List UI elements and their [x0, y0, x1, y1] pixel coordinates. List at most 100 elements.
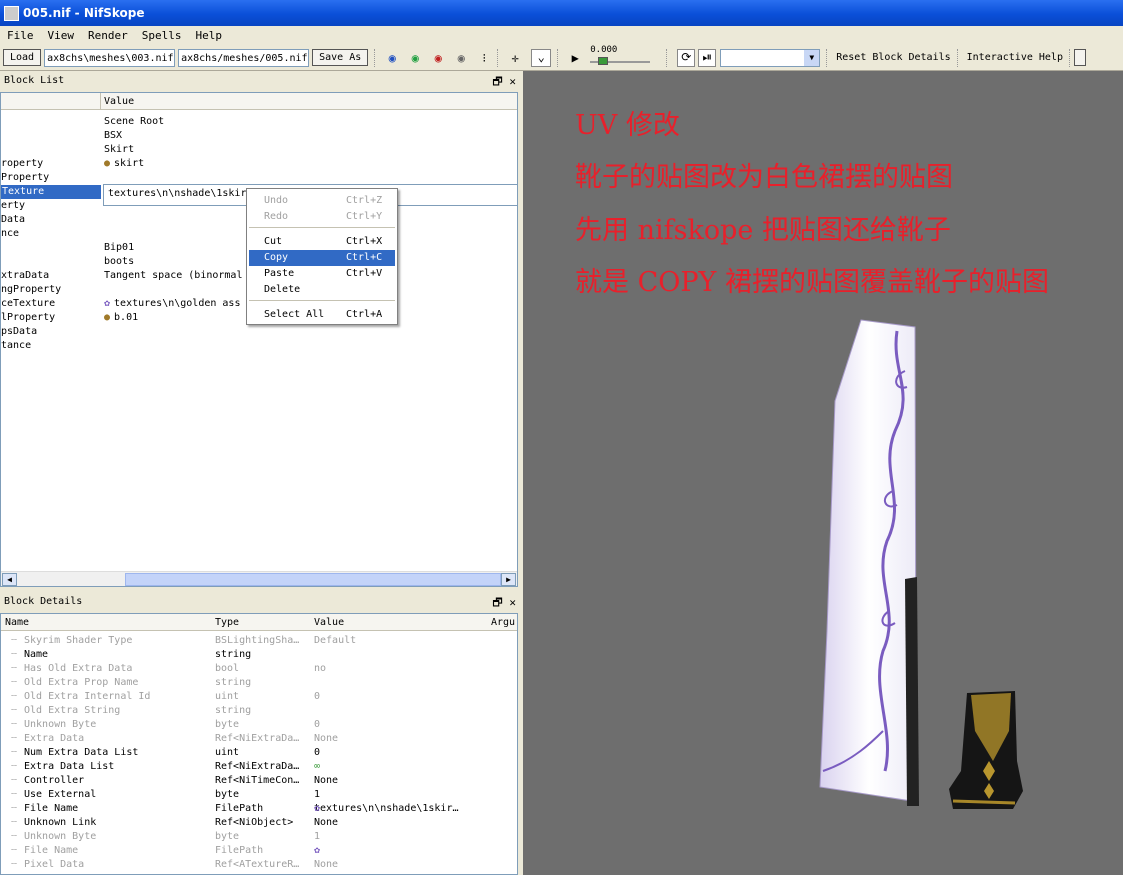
scroll-thumb[interactable] — [125, 573, 501, 586]
block-row[interactable]: Scene Root — [1, 115, 517, 129]
eye-green-icon[interactable]: ◉ — [408, 51, 422, 65]
footprint-icon[interactable]: ⁝ — [477, 51, 491, 65]
load-path-input[interactable]: ax8chs\meshes\003.nif — [44, 48, 176, 67]
detail-row[interactable]: ┄ Use External byte 1 — [1, 788, 517, 802]
block-row-name: Data — [1, 214, 26, 225]
detail-row[interactable]: ┄ Controller Ref<NiTimeCon… None — [1, 774, 517, 788]
detail-row[interactable]: ┄ Unknown Byte byte 0 — [1, 718, 517, 732]
eye-red-icon[interactable]: ◉ — [431, 51, 445, 65]
panel-controls[interactable]: 🗗 ✕ — [492, 594, 516, 613]
block-row-name: lProperty — [1, 312, 56, 323]
menu-item-cut[interactable]: Cut Ctrl+X — [249, 234, 395, 250]
menu-item-shortcut: Ctrl+V — [346, 268, 383, 279]
detail-row[interactable]: ┄ Extra Data List Ref<NiExtraDa… ∞ — [1, 760, 517, 774]
toolbar: Load ax8chs\meshes\003.nif ax8chs/meshes… — [0, 45, 1123, 71]
play-icon[interactable]: ▶ — [568, 51, 582, 65]
detail-row[interactable]: ┄ Extra Data Ref<NiExtraDa… None — [1, 732, 517, 746]
detail-row[interactable]: ┄ Has Old Extra Data bool no — [1, 662, 517, 676]
detail-row[interactable]: ┄ Num Extra Data List uint 0 — [1, 746, 517, 760]
detail-value[interactable]: 1 — [314, 830, 320, 844]
time-slider[interactable]: 0.000 — [590, 45, 660, 69]
detail-row[interactable]: ┄ Old Extra Prop Name string — [1, 676, 517, 690]
menu-render[interactable]: Render — [81, 29, 135, 42]
detail-type: FilePath — [215, 845, 264, 856]
block-row-value: BSX — [104, 129, 122, 143]
menu-view[interactable]: View — [41, 29, 82, 42]
block-details-tree[interactable]: Name Type Value Argu ┄ Skyrim Shader Type… — [0, 613, 518, 875]
menu-file[interactable]: File — [0, 29, 41, 42]
detail-type: Ref<NiExtraDa… — [215, 733, 300, 744]
detail-row[interactable]: ┄ File Name FilePath ✿ textures\n\nshade\1sk… — [1, 802, 517, 816]
detail-value-text: no — [314, 663, 327, 674]
block-row[interactable]: Skirt — [1, 143, 517, 157]
detail-row[interactable]: ┄ Unknown Link Ref<NiObject> None — [1, 816, 517, 830]
save-as-button[interactable]: Save As — [312, 49, 369, 66]
argument-column-header[interactable]: Argu — [491, 617, 515, 628]
detail-value[interactable]: None — [314, 816, 338, 830]
type-column-header[interactable]: Type — [215, 617, 239, 628]
panel-controls[interactable]: 🗗 ✕ — [492, 73, 516, 92]
eye-blue-icon[interactable]: ◉ — [385, 51, 399, 65]
eye-gray-icon[interactable]: ◉ — [454, 51, 468, 65]
view-dropdown-icon[interactable]: ⌄ — [531, 48, 552, 67]
menu-help[interactable]: Help — [189, 29, 230, 42]
menu-item-copy[interactable]: Copy Ctrl+C — [249, 250, 395, 266]
save-path-input[interactable]: ax8chs/meshes/005.nif — [178, 48, 310, 67]
detail-row[interactable]: ┄ Name string — [1, 648, 517, 662]
horizontal-scrollbar[interactable]: ◀ ▶ — [1, 571, 517, 586]
name-column-header[interactable]: Name — [5, 617, 29, 628]
reset-block-details-button[interactable]: Reset Block Details — [836, 52, 950, 63]
detail-row[interactable]: ┄ Skyrim Shader Type BSLightingSha… Default — [1, 634, 517, 648]
block-row[interactable]: Property — [1, 171, 517, 185]
detail-value[interactable]: 0 — [314, 718, 320, 732]
detail-row[interactable]: ┄ Old Extra Internal Id uint 0 — [1, 690, 517, 704]
detail-type: string — [215, 705, 252, 716]
detail-value-text: 0 — [314, 691, 321, 702]
block-row-value: Scene Root — [104, 115, 164, 129]
block-row-value-text: skirt — [114, 158, 145, 169]
value-column-header[interactable]: Value — [104, 96, 134, 107]
overflow-button[interactable] — [1073, 49, 1086, 66]
loop-icon[interactable]: ⟳ — [677, 48, 696, 67]
detail-row[interactable]: ┄ Old Extra String string — [1, 704, 517, 718]
menu-item-delete[interactable]: Delete — [249, 282, 395, 298]
scroll-left-icon[interactable]: ◀ — [2, 573, 17, 586]
block-row[interactable]: psData — [1, 325, 517, 339]
detail-value-text: 0 — [314, 747, 321, 758]
render-view[interactable]: UV 修改 靴子的贴图改为白色裙摆的贴图 先用 nifskope 把贴图还给靴子… — [523, 71, 1123, 875]
block-row[interactable]: BSX — [1, 129, 517, 143]
block-row-value-text: Bip01 — [104, 242, 135, 253]
detail-value[interactable]: Default — [314, 634, 356, 648]
block-row-name: ngProperty — [1, 284, 62, 295]
detail-row[interactable]: ┄ Unknown Byte byte 1 — [1, 830, 517, 844]
detail-value[interactable]: None — [314, 732, 338, 746]
menu-spells[interactable]: Spells — [135, 29, 189, 42]
block-row[interactable]: roperty ● skirt — [1, 157, 517, 171]
animation-select[interactable]: ▼ — [720, 48, 821, 67]
detail-value[interactable]: 0 — [314, 690, 320, 704]
value-column-header[interactable]: Value — [314, 617, 344, 628]
detail-value[interactable]: None — [314, 774, 338, 788]
view-axis-icon[interactable]: ✛ — [508, 51, 522, 65]
tree-branch-icon: ┄ — [11, 677, 18, 688]
step-icon[interactable]: ⏯ — [698, 48, 717, 67]
toolbar-separator — [374, 48, 376, 67]
menu-item-shortcut: Ctrl+Z — [346, 195, 383, 206]
menu-separator — [249, 227, 395, 228]
detail-value[interactable]: None — [314, 858, 338, 872]
detail-value[interactable]: 1 — [314, 788, 320, 802]
detail-row[interactable]: ┄ Pixel Data Ref<ATextureR… None — [1, 858, 517, 872]
slider-handle[interactable] — [598, 56, 609, 65]
menu-item-select-all[interactable]: Select All Ctrl+A — [249, 307, 395, 323]
detail-type: string — [215, 649, 252, 660]
load-button[interactable]: Load — [3, 49, 42, 66]
block-row[interactable]: tance — [1, 339, 517, 353]
detail-row[interactable]: ┄ File Name FilePath ✿ — [1, 844, 517, 858]
detail-value[interactable]: 0 — [314, 746, 320, 760]
detail-value[interactable]: no — [314, 662, 326, 676]
scroll-right-icon[interactable]: ▶ — [501, 573, 516, 586]
block-list-tree[interactable]: Value Scene Root BSX Skirt roperty ● skirt Pro… — [0, 92, 518, 587]
interactive-help-button[interactable]: Interactive Help — [967, 52, 1063, 63]
menu-item-paste[interactable]: Paste Ctrl+V — [249, 266, 395, 282]
detail-value[interactable]: ✿ textures\n\nshade\1skir… — [314, 802, 459, 816]
